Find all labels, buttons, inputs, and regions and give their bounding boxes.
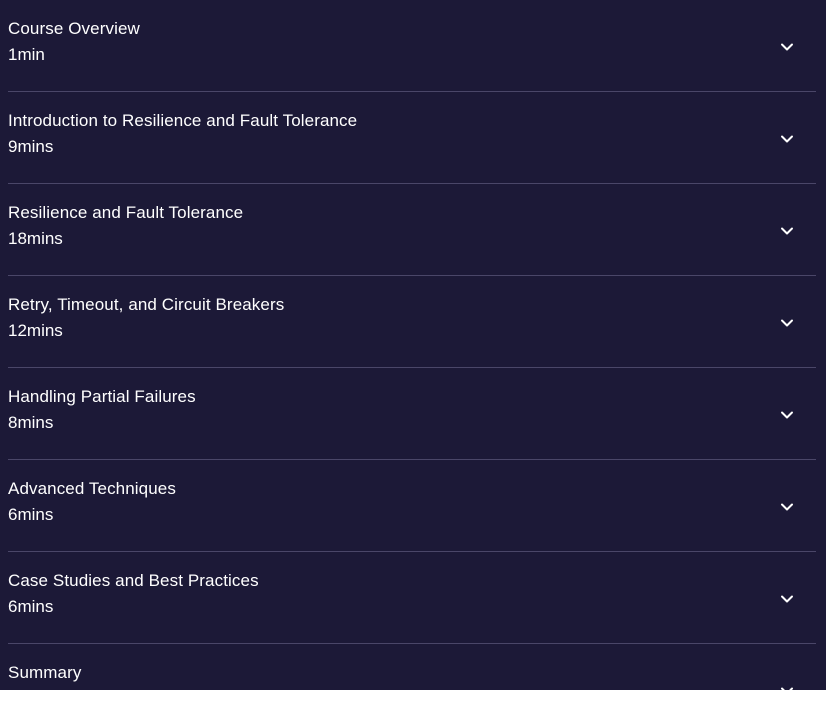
chevron-down-icon[interactable] xyxy=(779,499,795,515)
module-duration: 6mins xyxy=(8,505,54,524)
module-duration: 12mins xyxy=(8,321,63,340)
module-case-studies-best-practices[interactable]: Case Studies and Best Practices 6mins xyxy=(8,552,816,644)
module-title: Retry, Timeout, and Circuit Breakers xyxy=(8,295,285,314)
module-advanced-techniques[interactable]: Advanced Techniques 6mins xyxy=(8,460,816,552)
chevron-down-icon[interactable] xyxy=(779,315,795,331)
module-duration: 6mins xyxy=(8,597,54,616)
module-retry-timeout-circuit-breakers[interactable]: Retry, Timeout, and Circuit Breakers 12m… xyxy=(8,276,816,368)
chevron-down-icon[interactable] xyxy=(779,591,795,607)
module-introduction[interactable]: Introduction to Resilience and Fault Tol… xyxy=(8,92,816,184)
module-handling-partial-failures[interactable]: Handling Partial Failures 8mins xyxy=(8,368,816,460)
module-resilience-fault-tolerance[interactable]: Resilience and Fault Tolerance 18mins xyxy=(8,184,816,276)
chevron-down-icon[interactable] xyxy=(779,131,795,147)
module-title: Resilience and Fault Tolerance xyxy=(8,203,244,222)
module-title: Advanced Techniques xyxy=(8,479,176,498)
module-duration: 8mins xyxy=(8,413,54,432)
course-module-list: Course Overview 1min Introduction to Res… xyxy=(0,0,826,690)
module-duration: 1min xyxy=(8,45,45,64)
chevron-down-icon[interactable] xyxy=(779,39,795,55)
module-title: Summary xyxy=(8,663,82,682)
module-title: Course Overview xyxy=(8,19,140,38)
module-summary[interactable]: Summary xyxy=(8,644,816,690)
module-title: Case Studies and Best Practices xyxy=(8,571,259,590)
chevron-down-icon[interactable] xyxy=(779,223,795,239)
module-course-overview[interactable]: Course Overview 1min xyxy=(8,0,816,92)
chevron-down-icon[interactable] xyxy=(779,407,795,423)
chevron-down-icon[interactable] xyxy=(779,683,795,690)
module-title: Introduction to Resilience and Fault Tol… xyxy=(8,111,358,130)
module-duration: 18mins xyxy=(8,229,63,248)
module-duration: 9mins xyxy=(8,137,54,156)
module-title: Handling Partial Failures xyxy=(8,387,196,406)
